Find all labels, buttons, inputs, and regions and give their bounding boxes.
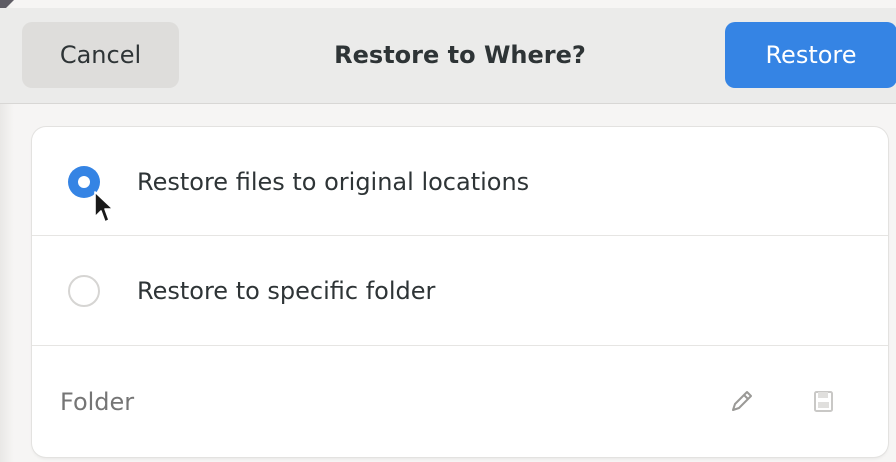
dialog-title: Restore to Where? (334, 41, 586, 69)
radio-checked-dot (78, 176, 90, 188)
restore-options-list: Restore files to original locations Rest… (32, 127, 888, 457)
folder-input[interactable] (60, 346, 660, 457)
cancel-button[interactable]: Cancel (22, 22, 179, 88)
option-specific-folder-label: Restore to specific folder (137, 277, 436, 305)
radio-specific-folder[interactable] (68, 275, 100, 307)
option-original-locations-label: Restore files to original locations (137, 167, 530, 196)
pencil-icon[interactable] (724, 384, 758, 418)
restore-button[interactable]: Restore (725, 22, 896, 88)
mouse-pointer-icon (94, 191, 114, 223)
folder-row (32, 346, 888, 457)
restore-dialog: Cancel Restore to Where? Restore Restore… (0, 0, 896, 462)
dialog-header-bar: Cancel Restore to Where? Restore (0, 8, 896, 104)
option-specific-folder[interactable]: Restore to specific folder (32, 236, 888, 346)
document-save-icon[interactable] (806, 384, 840, 418)
option-original-locations[interactable]: Restore files to original locations (32, 127, 888, 236)
